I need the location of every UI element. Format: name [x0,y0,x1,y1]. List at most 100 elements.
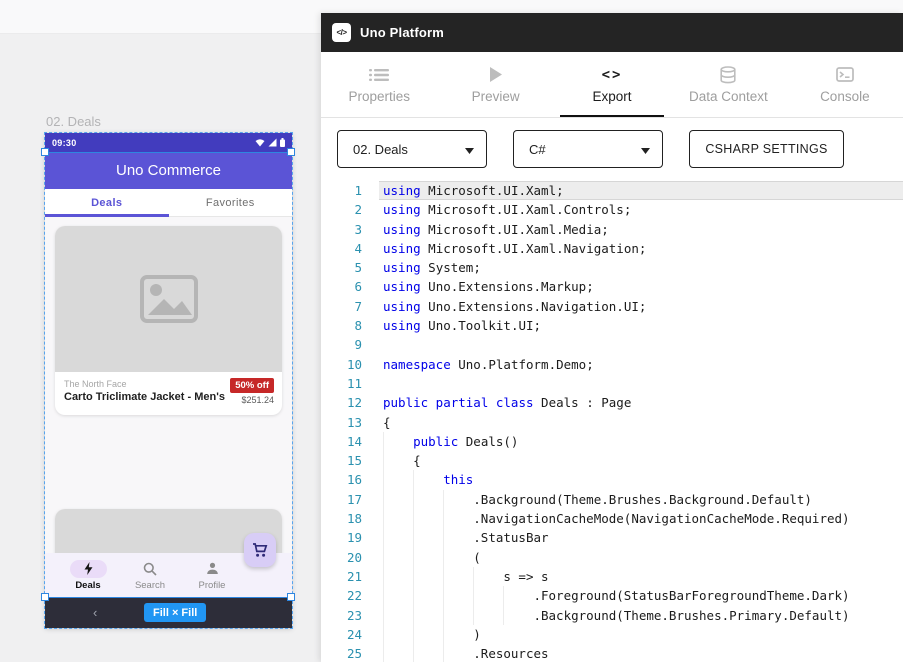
panel-tab-properties[interactable]: Properties [321,52,437,117]
nav-item-deals[interactable]: Deals [57,553,119,597]
product-card[interactable]: The North Face Carto Triclimate Jacket -… [55,226,282,415]
code-line: 23 .Background(Theme.Brushes.Primary.Defa… [321,606,903,625]
indent-guide [473,606,503,625]
line-number: 6 [321,277,362,296]
nav-item-label: Search [135,580,165,591]
panel-tab-label: Export [593,89,632,104]
indent-guide [413,490,443,509]
fill-size-button[interactable]: Fill × Fill [144,603,206,622]
indent-guide [443,548,473,567]
code-line: 24) [321,625,903,644]
code-line: 18.NavigationCacheMode(NavigationCacheMo… [321,509,903,528]
csharp-settings-button[interactable]: CSHARP SETTINGS [689,130,844,168]
fab-cart-button[interactable] [244,533,276,567]
phone-app-bar[interactable]: Uno Commerce [45,152,292,189]
phone-tab-deals[interactable]: Deals [45,189,169,216]
app-bar-title: Uno Commerce [116,162,221,179]
nav-item-label: Deals [75,580,100,591]
code-line: 10namespace Uno.Platform.Demo; [321,355,903,374]
code-line: 25 .Resources [321,644,903,662]
code-line: 7using Uno.Extensions.Navigation.UI; [321,297,903,316]
export-toolbar: 02. Deals C# CSHARP SETTINGS [321,118,903,180]
code-line: 21s => s [321,567,903,586]
code-line-text: { [379,451,903,470]
page-dropdown[interactable]: 02. Deals [337,130,487,168]
indent-guide [443,625,473,644]
line-number: 3 [321,220,362,239]
indent-guide [413,470,443,489]
phone-status-bar[interactable]: 09:30 [45,133,292,152]
artboard-label[interactable]: 02. Deals [46,114,101,129]
indent-guide [473,567,503,586]
nav-item-profile[interactable]: Profile [181,553,243,597]
panel-tab-console[interactable]: Console [787,52,903,117]
code-line: 4 using Microsoft.UI.Xaml.Navigation; [321,239,903,258]
code-line-text: .Resources [379,644,903,662]
code-line-text [379,335,903,354]
database-icon [720,66,736,84]
indent-guide [503,606,533,625]
selection-handle-bottom-right[interactable] [287,593,295,601]
indent-guide [503,586,533,605]
line-number: 25 [321,644,362,662]
discount-badge: 50% off [230,378,274,393]
phone-artboard[interactable]: 09:30 Uno Commerce Deals Favorites [45,133,292,628]
panel-tab-label: Console [820,89,870,104]
selection-handle-bottom-left[interactable] [41,593,49,601]
price-label: $251.24 [241,395,274,405]
indent-guide [443,509,473,528]
code-line-text: ) [379,625,903,644]
code-line: 5using System; [321,258,903,277]
panel-tab-label: Data Context [689,89,768,104]
signal-icon [265,138,277,147]
indent-guide [413,567,443,586]
indent-guide [383,606,413,625]
indent-guide [443,586,473,605]
uno-platform-logo-icon: </> [332,23,351,42]
code-line: 9 [321,335,903,354]
indent-guide [383,451,413,470]
code-line-text: using Microsoft.UI.Xaml.Media; [379,220,903,239]
line-number: 23 [321,606,362,625]
code-line: 11 [321,374,903,393]
selection-handle-top-left[interactable] [41,148,49,156]
profile-icon [194,560,231,578]
line-number: 14 [321,432,362,451]
panel-tab-preview[interactable]: Preview [437,52,553,117]
indent-guide [383,548,413,567]
code-line-text: { [379,413,903,432]
code-line: 19.StatusBar [321,528,903,547]
code-line-text: this [379,470,903,489]
indent-guide [413,509,443,528]
code-line-text: ( [379,548,903,567]
selection-handle-top-right[interactable] [287,148,295,156]
line-number: 4 [321,239,362,258]
code-line-text: using System; [379,258,903,277]
indent-guide [383,586,413,605]
code-line: 17.Background(Theme.Brushes.Background.D… [321,490,903,509]
line-number: 12 [321,393,362,412]
code-line: 12 public partial class Deals : Page [321,393,903,412]
code-line-text: using Uno.Toolkit.UI; [379,316,903,335]
indent-guide [413,625,443,644]
properties-list-icon [369,66,389,84]
nav-item-search[interactable]: Search [119,553,181,597]
panel-tab-export[interactable]: <>Export [554,52,670,117]
language-dropdown[interactable]: C# [513,130,663,168]
code-line-text: .Background(Theme.Brushes.Primary.Defaul… [379,606,903,625]
indent-guide [413,586,443,605]
uno-platform-panel: </> Uno Platform PropertiesPreview<>Expo… [321,13,903,662]
phone-tab-favorites[interactable]: Favorites [169,189,293,216]
indent-guide [473,586,503,605]
code-line-text: public partial class Deals : Page [379,393,903,412]
indent-guide [383,644,413,662]
code-line: 2using Microsoft.UI.Xaml.Controls; [321,200,903,219]
chevron-left-icon[interactable]: ‹ [93,605,97,620]
cart-icon [252,543,268,558]
panel-tab-data-context[interactable]: Data Context [670,52,786,117]
panel-tab-label: Properties [348,89,410,104]
code-editor[interactable]: 1using Microsoft.UI.Xaml;2using Microsof… [321,180,903,662]
code-line-text: using Microsoft.UI.Xaml.Navigation; [379,239,903,258]
indent-guide [383,567,413,586]
line-number: 7 [321,297,362,316]
